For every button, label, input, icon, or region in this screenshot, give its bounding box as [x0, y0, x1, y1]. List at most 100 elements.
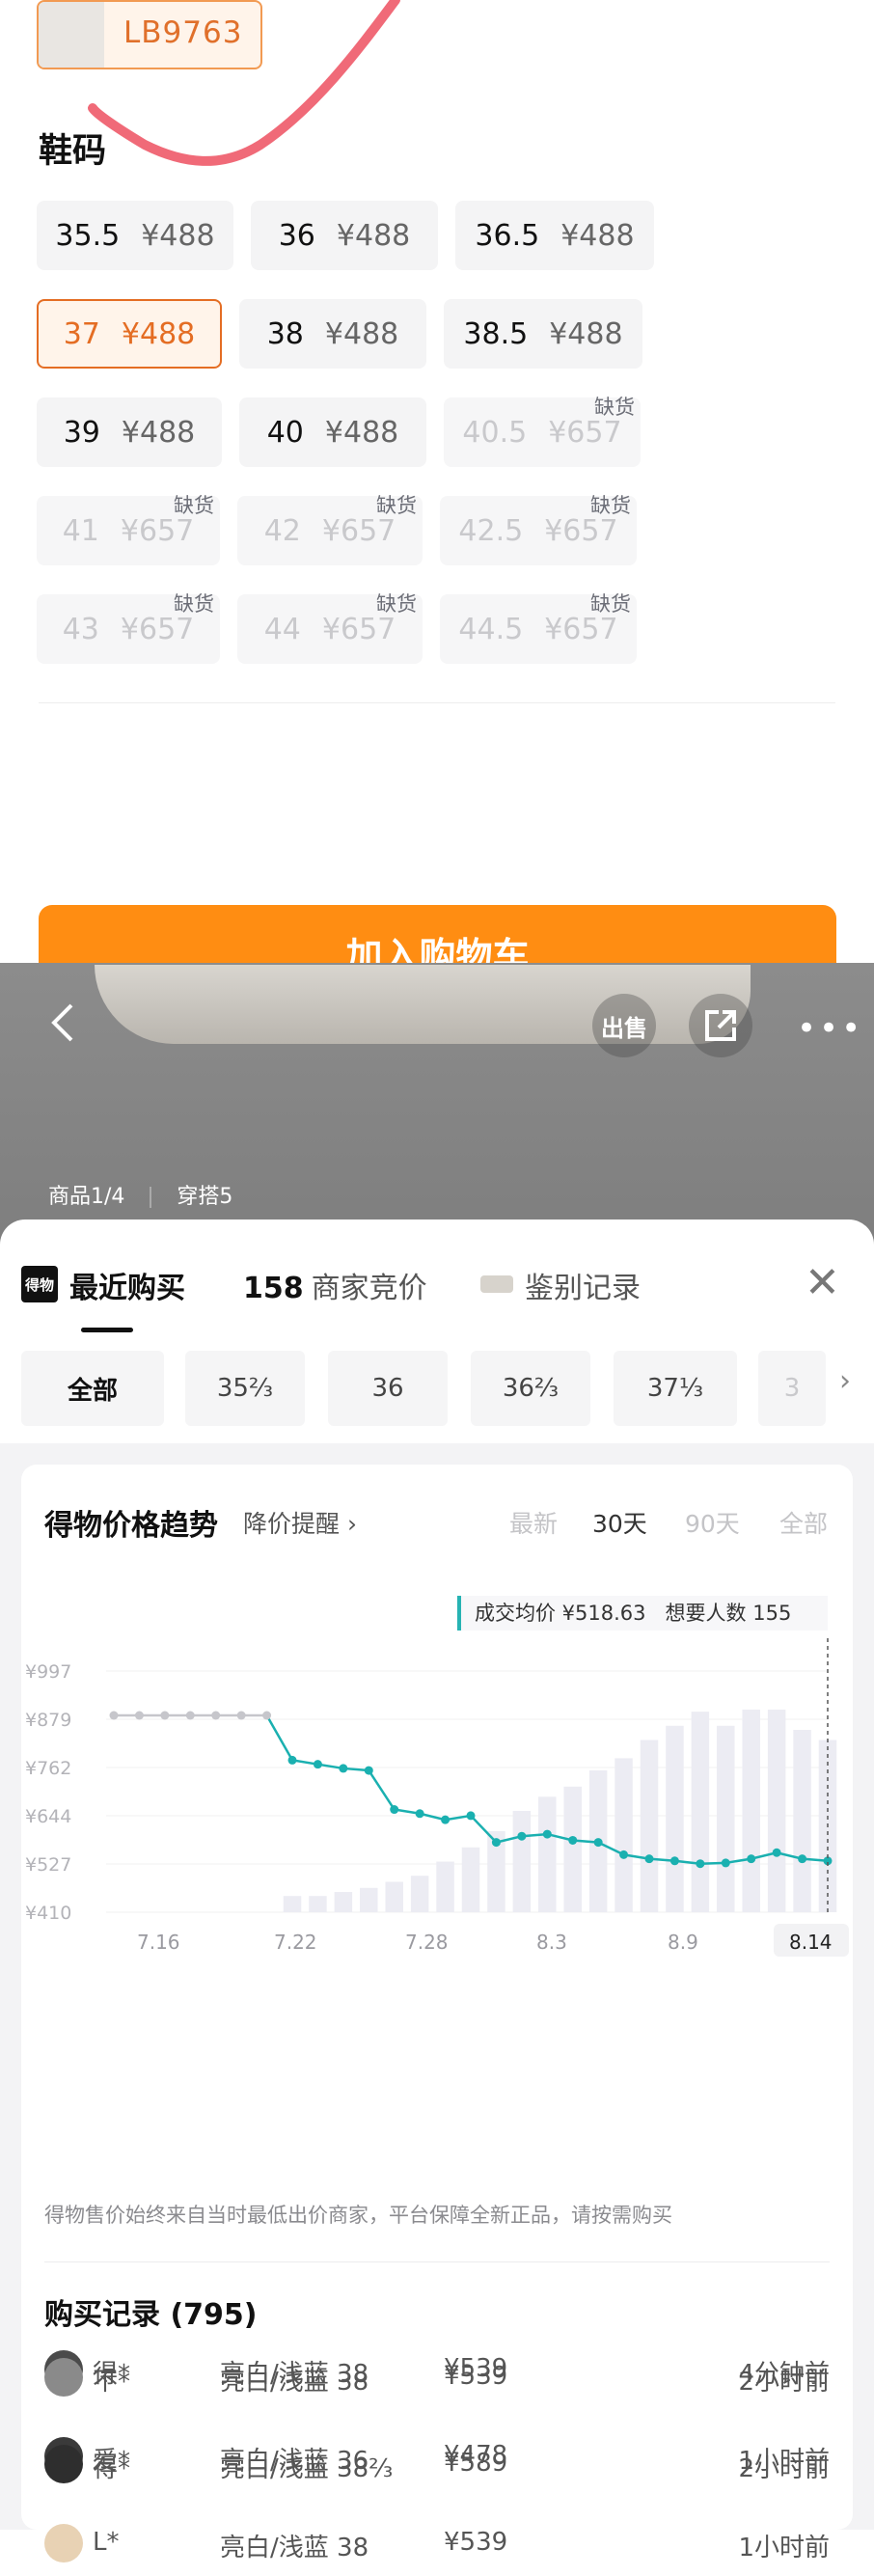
size-option[interactable]: 36 ¥488	[251, 201, 438, 270]
back-arrow-icon[interactable]	[44, 1003, 83, 1042]
size-value: 37	[63, 316, 100, 351]
sell-label: 出售	[601, 1014, 647, 1042]
size-price: ¥488	[324, 316, 399, 351]
chart-tooltip: 成交均价 ¥518.63 想要人数 155	[457, 1596, 828, 1631]
volume-bar	[742, 1710, 760, 1912]
data-point	[517, 1831, 527, 1841]
size-price: ¥488	[336, 218, 411, 253]
volume-bar	[385, 1881, 403, 1912]
range-30d[interactable]: 30天	[592, 1505, 647, 1540]
data-point	[109, 1711, 119, 1720]
data-point	[441, 1815, 451, 1824]
size-value: 36	[278, 218, 315, 253]
filter-size[interactable]: 36⅔	[471, 1351, 590, 1426]
share-icon	[705, 1010, 736, 1041]
chevron-right-icon[interactable]: ›	[839, 1364, 851, 1398]
buyer-name: L*	[93, 2528, 120, 2557]
size-value: 39	[63, 415, 100, 450]
out-of-stock-badge: 缺货	[174, 494, 214, 517]
purchase-spec: 亮白/浅蓝 38	[220, 2368, 369, 2397]
size-option[interactable]: 35.5 ¥488	[37, 201, 233, 270]
buyer-name: 不*	[93, 2368, 131, 2397]
size-price: ¥488	[141, 218, 215, 253]
data-point	[568, 1835, 578, 1845]
data-point	[185, 1711, 195, 1720]
volume-bar	[640, 1740, 659, 1912]
range-latest[interactable]: 最新	[509, 1505, 558, 1540]
avatar	[44, 2445, 83, 2483]
volume-bar	[512, 1811, 532, 1912]
y-tick-label: ¥410	[25, 1903, 71, 1924]
range-90d[interactable]: 90天	[685, 1505, 740, 1540]
size-option-out-of-stock[interactable]: 41 ¥657 缺货	[37, 494, 220, 565]
size-option-out-of-stock[interactable]: 42.5 ¥657 缺货	[440, 494, 637, 565]
out-of-stock-badge: 缺货	[594, 396, 635, 419]
bid-count: 158	[243, 1272, 304, 1305]
price-alert-link[interactable]: 降价提醒 ›	[243, 1505, 357, 1540]
data-point	[313, 1760, 322, 1769]
tab-merchant-bid[interactable]: 158 商家竞价	[243, 1264, 427, 1306]
volume-bar	[666, 1725, 684, 1912]
size-option-out-of-stock[interactable]: 44 ¥657 缺货	[237, 592, 423, 664]
filter-size[interactable]: 3	[758, 1351, 826, 1426]
avg-price-label: 成交均价 ¥518.63	[475, 1602, 646, 1625]
size-option-selected[interactable]: 37 ¥488	[37, 299, 222, 369]
volume-bar	[793, 1730, 811, 1912]
x-tick-label: 7.22	[274, 1931, 317, 1954]
outfit-tag[interactable]: 穿搭5	[177, 1185, 232, 1209]
tab-recent-purchase[interactable]: 最近购买	[69, 1264, 185, 1306]
data-point	[721, 1858, 730, 1868]
filter-all[interactable]: 全部	[21, 1351, 164, 1426]
size-option[interactable]: 38.5 ¥488	[444, 299, 642, 369]
dewu-logo-icon: 得物	[21, 1266, 58, 1302]
size-option-out-of-stock[interactable]: 44.5 ¥657 缺货	[440, 592, 637, 664]
purchase-time: 2小时前	[738, 2454, 830, 2483]
volume-bar	[615, 1758, 633, 1912]
data-point	[364, 1766, 373, 1775]
purchase-records-title: 购买记录 (795)	[44, 2298, 258, 2332]
size-option-out-of-stock[interactable]: 43 ¥657 缺货	[37, 592, 220, 664]
bid-label: 商家竞价	[311, 1272, 427, 1305]
size-price: ¥488	[324, 415, 399, 450]
size-value: 38.5	[463, 316, 529, 351]
tab-underline	[81, 1328, 133, 1332]
size-option[interactable]: 39 ¥488	[37, 397, 222, 467]
size-option-out-of-stock[interactable]: 42 ¥657 缺货	[237, 494, 423, 565]
purchase-price: ¥539	[444, 2528, 508, 2557]
range-all[interactable]: 全部	[779, 1505, 828, 1540]
data-point	[390, 1805, 399, 1815]
size-option[interactable]: 38 ¥488	[239, 299, 426, 369]
size-value: 41	[62, 513, 99, 548]
x-tick-label: 8.14	[789, 1931, 833, 1954]
filter-size[interactable]: 36	[328, 1351, 448, 1426]
product-count-tag[interactable]: 商品1/4	[48, 1185, 124, 1209]
data-point	[134, 1711, 144, 1720]
sell-button[interactable]: 出售	[592, 994, 656, 1057]
want-count-label: 想要人数 155	[665, 1602, 792, 1625]
purchase-record-row: L* 亮白/浅蓝 38 ¥539 1小时前	[44, 2518, 830, 2576]
size-value: 42.5	[458, 513, 524, 548]
close-icon[interactable]: ✕	[805, 1258, 840, 1307]
volume-bar	[360, 1887, 378, 1912]
out-of-stock-badge: 缺货	[376, 592, 417, 616]
tab-auth-records[interactable]: 鉴别记录	[525, 1264, 641, 1306]
filter-size[interactable]: 35⅔	[185, 1351, 305, 1426]
size-option[interactable]: 36.5 ¥488	[455, 201, 654, 270]
purchase-spec: 亮白/浅蓝 38	[220, 2534, 369, 2562]
size-value: 40.5	[462, 415, 528, 450]
y-tick-label: ¥997	[25, 1661, 71, 1683]
size-option[interactable]: 40 ¥488	[239, 397, 426, 467]
size-option-out-of-stock[interactable]: 40.5 ¥657 缺货	[444, 396, 641, 467]
data-point	[211, 1711, 221, 1720]
size-value: 36.5	[475, 218, 540, 253]
y-tick-label: ¥762	[25, 1758, 71, 1779]
purchase-spec: 亮白/浅蓝 38⅔	[220, 2454, 394, 2483]
more-icon[interactable]: •••	[797, 1009, 863, 1048]
y-tick-label: ¥527	[25, 1854, 71, 1876]
price-note: 得物售价始终来自当时最低出价商家，平台保障全新正品，请按需购买	[44, 2204, 672, 2227]
size-value: 44	[263, 612, 301, 646]
filter-size[interactable]: 37⅓	[614, 1351, 737, 1426]
size-price: ¥488	[121, 415, 196, 450]
share-button[interactable]	[689, 994, 752, 1057]
price-trend-chart[interactable]: ¥997 ¥879 ¥762 ¥644 ¥527 ¥410 7.16 7.22 7.28 8.3 8…	[21, 1638, 853, 1957]
